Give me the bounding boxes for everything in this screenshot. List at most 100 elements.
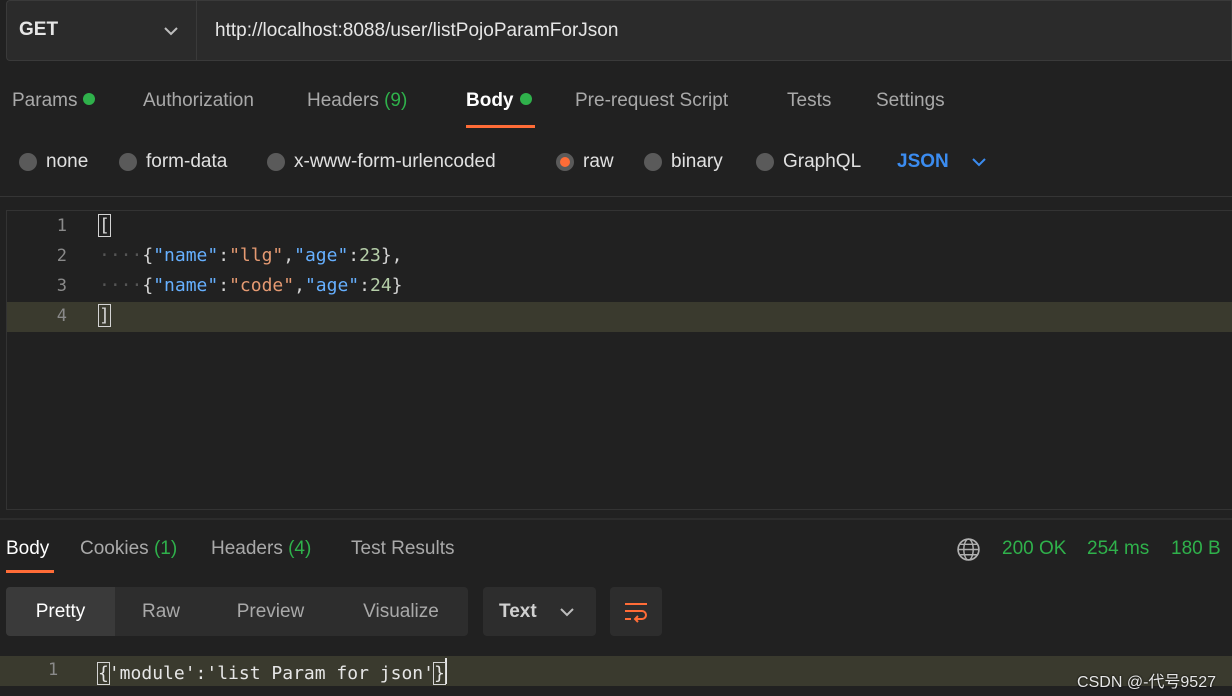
radio-urlencoded-label: x-www-form-urlencoded — [294, 151, 496, 172]
json-colon: : — [348, 245, 360, 266]
response-content: 'module':'list Param for json' — [108, 663, 434, 684]
tab-tests-label: Tests — [787, 90, 832, 111]
radio-raw-label: raw — [583, 151, 614, 172]
tab-response-headers[interactable]: Headers (4) — [211, 538, 311, 560]
json-brace: { — [142, 275, 154, 296]
line-number: 2 — [56, 246, 67, 266]
view-preview-button[interactable]: Preview — [207, 587, 334, 636]
tab-headers-count: (9) — [384, 90, 408, 111]
status-code[interactable]: 200 OK — [1002, 538, 1066, 560]
line-number: 4 — [56, 306, 67, 326]
active-tab-underline — [466, 125, 535, 128]
tab-params[interactable]: Params — [12, 90, 96, 112]
chevron-down-icon — [560, 608, 574, 617]
radio-raw[interactable]: raw — [556, 151, 614, 173]
json-colon: : — [359, 275, 370, 296]
body-format-label: JSON — [897, 151, 949, 172]
radio-graphql[interactable]: GraphQL — [756, 151, 861, 173]
response-format-select[interactable]: Text — [483, 587, 596, 636]
radio-graphql-label: GraphQL — [783, 151, 862, 172]
tab-response-body-label: Body — [6, 538, 50, 559]
tab-headers[interactable]: Headers (9) — [307, 90, 407, 112]
radio-none[interactable]: none — [19, 151, 88, 173]
method-label: GET — [19, 19, 59, 40]
tab-headers-label: Headers — [307, 90, 379, 111]
json-colon: : — [218, 275, 230, 296]
radio-none-circle — [19, 153, 37, 171]
json-key: "name" — [153, 275, 219, 296]
code-text: ····{"name":"code","age":24} — [99, 275, 403, 296]
tab-pre-request-script[interactable]: Pre-request Script — [575, 90, 728, 112]
response-body-text: {'module':'list Param for json'} — [97, 658, 447, 685]
view-raw-label: Raw — [141, 600, 180, 622]
radio-binary-circle — [644, 153, 662, 171]
request-tabs: Params Authorization Headers (9) Body Pr… — [0, 80, 1232, 130]
chevron-down-icon — [164, 27, 178, 36]
chevron-down-icon — [972, 158, 986, 167]
json-key: "age" — [294, 245, 349, 266]
line-number: 1 — [48, 660, 59, 680]
tab-settings[interactable]: Settings — [876, 90, 945, 112]
bracket-match: ] — [98, 304, 111, 327]
globe-icon[interactable] — [956, 537, 981, 562]
tab-cookies[interactable]: Cookies (1) — [80, 538, 177, 560]
response-tabs: Body Cookies (1) Headers (4) Test Result… — [0, 530, 1232, 575]
json-string: "llg" — [229, 245, 284, 266]
response-time[interactable]: 254 ms — [1087, 538, 1149, 560]
json-brace: }, — [380, 245, 403, 266]
response-body-line[interactable]: 1 {'module':'list Param for json'} — [0, 656, 1232, 686]
radio-urlencoded[interactable]: x-www-form-urlencoded — [267, 151, 496, 173]
tab-settings-label: Settings — [876, 90, 945, 111]
url-text: http://localhost:8088/user/listPojoParam… — [215, 20, 619, 41]
view-pretty-label: Pretty — [35, 600, 86, 622]
response-view-toggle: Pretty Raw Preview Visualize — [6, 587, 468, 636]
tab-body-label: Body — [466, 90, 514, 111]
url-input[interactable]: http://localhost:8088/user/listPojoParam… — [196, 0, 1232, 61]
tab-test-results-label: Test Results — [351, 538, 455, 559]
bracket-match: } — [432, 662, 446, 685]
wrap-lines-button[interactable] — [610, 587, 662, 636]
json-string: "code" — [229, 275, 295, 296]
radio-urlencoded-circle — [267, 153, 285, 171]
code-line-current: 4 ] — [7, 302, 1232, 332]
method-select[interactable]: GET — [6, 0, 196, 61]
tab-authorization[interactable]: Authorization — [143, 90, 254, 112]
code-line: 3 ····{"name":"code","age":24} — [7, 272, 1232, 302]
whitespace-marker: ···· — [99, 245, 143, 266]
body-format-select[interactable]: JSON — [897, 151, 989, 173]
wrap-lines-icon — [625, 603, 647, 623]
tab-tests[interactable]: Tests — [787, 90, 831, 112]
request-body-editor[interactable]: 1 [ 2 ····{"name":"llg","age":23}, 3 ···… — [6, 210, 1232, 510]
whitespace-marker: ···· — [99, 275, 143, 296]
response-size[interactable]: 180 B — [1171, 538, 1221, 560]
bracket-match: [ — [98, 214, 111, 237]
code-line: 2 ····{"name":"llg","age":23}, — [7, 242, 1232, 272]
json-key: "name" — [153, 245, 219, 266]
code-text: ····{"name":"llg","age":23}, — [99, 245, 403, 266]
tab-response-headers-label: Headers — [211, 538, 283, 559]
json-comma: , — [283, 245, 295, 266]
view-pretty-button[interactable]: Pretty — [6, 587, 115, 636]
radio-none-label: none — [46, 151, 89, 172]
body-active-dot — [519, 93, 532, 105]
view-raw-button[interactable]: Raw — [115, 587, 207, 636]
radio-form-data-circle — [119, 153, 137, 171]
view-visualize-button[interactable]: Visualize — [334, 587, 468, 636]
tab-test-results[interactable]: Test Results — [351, 538, 454, 560]
bracket-match: { — [97, 662, 110, 685]
radio-binary[interactable]: binary — [644, 151, 723, 173]
json-number: 24 — [369, 275, 392, 296]
pane-splitter[interactable] — [0, 518, 1232, 520]
view-visualize-label: Visualize — [363, 600, 439, 622]
tab-pre-request-label: Pre-request Script — [575, 90, 729, 111]
radio-graphql-circle — [756, 153, 774, 171]
line-number: 3 — [56, 276, 67, 296]
radio-form-data[interactable]: form-data — [119, 151, 227, 173]
params-active-dot — [83, 93, 96, 105]
section-divider — [0, 196, 1232, 197]
tab-body[interactable]: Body — [466, 90, 532, 112]
json-key: "age" — [304, 275, 360, 296]
tab-cookies-label: Cookies — [80, 538, 149, 559]
tab-response-body[interactable]: Body — [6, 538, 49, 560]
body-type-selector: none form-data x-www-form-urlencoded raw… — [0, 145, 1232, 185]
